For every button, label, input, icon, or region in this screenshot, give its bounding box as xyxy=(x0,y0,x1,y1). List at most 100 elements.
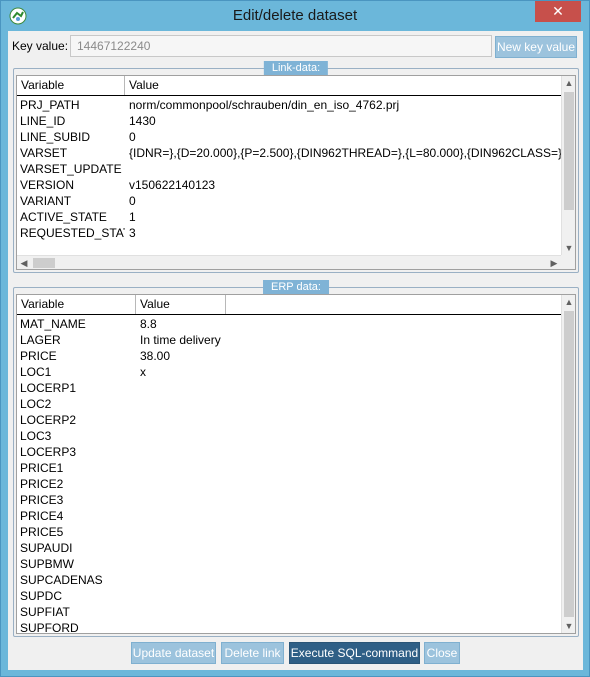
cell-variable: LOC2 xyxy=(20,397,52,411)
erp-data-group: ERP data: Variable Value MAT_NAME 8.8 LAGE… xyxy=(13,280,579,637)
cell-variable: PRICE4 xyxy=(20,509,64,523)
scroll-up-icon[interactable]: ▲ xyxy=(562,295,575,309)
cell-variable: VARIANT xyxy=(20,194,72,208)
table-row[interactable]: LOCERP2 xyxy=(17,412,561,428)
scroll-down-icon[interactable]: ▼ xyxy=(562,619,575,633)
cell-variable: SUPBMW xyxy=(20,557,74,571)
scroll-thumb[interactable] xyxy=(564,311,574,617)
link-data-header: Variable Value xyxy=(17,76,561,96)
table-row[interactable]: SUPFORD xyxy=(17,620,561,634)
table-row[interactable]: VARSET {IDNR=},{D=20.000},{P=2.500},{DIN9… xyxy=(17,145,561,161)
scroll-left-icon[interactable]: ◀ xyxy=(17,256,31,269)
cell-value: {IDNR=},{D=20.000},{P=2.500},{DIN962THRE… xyxy=(129,146,561,160)
table-row[interactable]: PRICE5 xyxy=(17,524,561,540)
cell-variable: SUPDC xyxy=(20,589,63,603)
cell-variable: VARSET xyxy=(20,146,68,160)
update-dataset-button[interactable]: Update dataset xyxy=(131,642,216,664)
table-row[interactable]: MAT_NAME 8.8 xyxy=(17,316,561,332)
delete-link-button[interactable]: Delete link xyxy=(221,642,284,664)
cell-variable: PRICE1 xyxy=(20,461,64,475)
table-row[interactable]: PRICE4 xyxy=(17,508,561,524)
table-row[interactable]: SUPFIAT xyxy=(17,604,561,620)
column-header-variable[interactable]: Variable xyxy=(17,295,136,314)
scroll-down-icon[interactable]: ▼ xyxy=(562,241,575,255)
window-title: Edit/delete dataset xyxy=(232,7,358,24)
table-row[interactable]: LOC1 x xyxy=(17,364,561,380)
scroll-right-icon[interactable]: ▶ xyxy=(547,256,561,269)
table-row[interactable]: SUPBMW xyxy=(17,556,561,572)
cell-variable: ACTIVE_STATE xyxy=(20,210,107,224)
cell-variable: PRICE5 xyxy=(20,525,64,539)
table-row[interactable]: VARSET_UPDATE xyxy=(17,161,561,177)
scroll-up-icon[interactable]: ▲ xyxy=(562,76,575,90)
cell-value: 1430 xyxy=(129,114,156,128)
table-row[interactable]: LINE_ID 1430 xyxy=(17,113,561,129)
table-row[interactable]: ACTIVE_STATE 1 xyxy=(17,209,561,225)
link-data-group: Link-data: Variable Value PRJ_PATH norm/c… xyxy=(13,61,579,273)
table-row[interactable]: REQUESTED_STATE 3 xyxy=(17,225,561,241)
column-header-value[interactable]: Value xyxy=(136,295,226,314)
cell-value: 1 xyxy=(129,210,136,224)
cell-variable: PRJ_PATH xyxy=(20,98,80,112)
link-data-table: Variable Value PRJ_PATH norm/commonpool/s… xyxy=(16,75,576,270)
cell-value: 0 xyxy=(129,130,136,144)
link-data-hscrollbar[interactable]: ◀ ▶ xyxy=(17,255,561,269)
cell-value: 3 xyxy=(129,226,136,240)
column-header-variable[interactable]: Variable xyxy=(17,76,125,95)
cell-value: 8.8 xyxy=(140,317,157,331)
erp-data-table: Variable Value MAT_NAME 8.8 LAGER In time d… xyxy=(16,294,576,634)
window-close-button[interactable]: ✕ xyxy=(535,1,581,22)
cell-variable: LOCERP3 xyxy=(20,445,77,459)
close-button[interactable]: Close xyxy=(424,642,460,664)
table-row[interactable]: PRICE1 xyxy=(17,460,561,476)
cell-variable: LOC1 xyxy=(20,365,52,379)
scroll-thumb[interactable] xyxy=(33,258,55,268)
dialog-content: Key value: New key value Link-data: Vari… xyxy=(8,31,583,670)
table-row[interactable]: LINE_SUBID 0 xyxy=(17,129,561,145)
column-header-value[interactable]: Value xyxy=(125,76,567,95)
erp-data-title: ERP data: xyxy=(263,280,329,294)
erp-data-vscrollbar[interactable]: ▲ ▼ xyxy=(561,295,575,633)
cell-value: v150622140123 xyxy=(129,178,216,192)
table-row[interactable]: SUPCADENAS xyxy=(17,572,561,588)
title-bar[interactable]: Edit/delete dataset ✕ xyxy=(1,1,589,31)
table-row[interactable]: PRICE3 xyxy=(17,492,561,508)
scroll-corner xyxy=(561,255,575,269)
key-value-label: Key value: xyxy=(12,39,69,53)
cell-variable: LOCERP2 xyxy=(20,413,77,427)
table-row[interactable]: VARIANT 0 xyxy=(17,193,561,209)
table-row[interactable]: VERSION v150622140123 xyxy=(17,177,561,193)
table-row[interactable]: LOC3 xyxy=(17,428,561,444)
scroll-thumb[interactable] xyxy=(564,92,574,210)
link-data-vscrollbar[interactable]: ▲ ▼ xyxy=(561,76,575,255)
table-row[interactable]: SUPAUDI xyxy=(17,540,561,556)
cell-variable: LOC3 xyxy=(20,429,52,443)
erp-data-header: Variable Value xyxy=(17,295,561,315)
cell-variable: LOCERP1 xyxy=(20,381,77,395)
cell-value: x xyxy=(140,365,146,379)
key-value-field[interactable] xyxy=(70,35,492,57)
cell-value: 38.00 xyxy=(140,349,171,363)
cell-variable: VARSET_UPDATE xyxy=(20,162,122,176)
table-row[interactable]: LAGER In time delivery xyxy=(17,332,561,348)
cell-variable: PRICE xyxy=(20,349,57,363)
cell-value: 0 xyxy=(129,194,136,208)
cell-variable: SUPCADENAS xyxy=(20,573,103,587)
execute-sql-button[interactable]: Execute SQL-command xyxy=(289,642,420,664)
link-data-title: Link-data: xyxy=(263,61,329,75)
cell-variable: SUPAUDI xyxy=(20,541,73,555)
link-data-rows: PRJ_PATH norm/commonpool/schrauben/din_en… xyxy=(17,97,561,255)
table-row[interactable]: LOCERP3 xyxy=(17,444,561,460)
cell-variable: PRICE3 xyxy=(20,493,64,507)
new-key-value-button[interactable]: New key value xyxy=(495,36,577,58)
table-row[interactable]: LOCERP1 xyxy=(17,380,561,396)
table-row[interactable]: PRICE 38.00 xyxy=(17,348,561,364)
table-row[interactable]: SUPDC xyxy=(17,588,561,604)
cell-variable: SUPFIAT xyxy=(20,605,70,619)
table-row[interactable]: PRICE2 xyxy=(17,476,561,492)
cell-variable: SUPFORD xyxy=(20,621,79,634)
dialog-window: Edit/delete dataset ✕ Key value: New key… xyxy=(0,0,590,677)
table-row[interactable]: PRJ_PATH norm/commonpool/schrauben/din_en… xyxy=(17,97,561,113)
table-row[interactable]: LOC2 xyxy=(17,396,561,412)
cell-variable: LAGER xyxy=(20,333,61,347)
